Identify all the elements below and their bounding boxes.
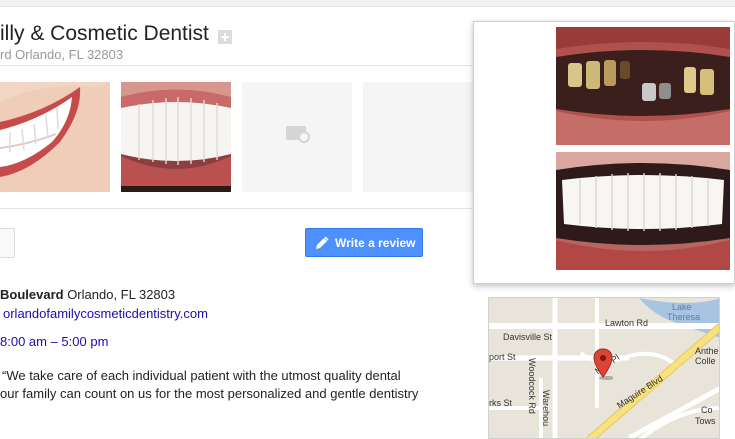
veneers-image	[121, 82, 231, 192]
left-action-button[interactable]	[0, 228, 15, 258]
map-label-lake: Lake	[672, 302, 692, 312]
map-label-port: port St	[489, 352, 516, 362]
photo-veneers[interactable]	[121, 82, 231, 192]
write-review-label: Write a review	[335, 235, 416, 250]
business-address-header: rd Orlando, FL 32803	[0, 47, 124, 62]
hours[interactable]: 8:00 am – 5:00 pm	[0, 334, 108, 349]
photo-preview-popup	[473, 21, 735, 284]
location-map[interactable]: Davisville St Lawton Rd Lake Theresa por…	[488, 297, 720, 439]
map-label-rks: rks St	[489, 398, 513, 408]
address: Boulevard Orlando, FL 32803	[0, 287, 175, 302]
map-label-colle: Colle	[695, 356, 716, 366]
description-line-2: our family can count on us for the most …	[0, 386, 419, 401]
map-label-tows: Tows	[695, 416, 716, 426]
before-photo	[556, 27, 730, 145]
photo-placeholder	[363, 82, 473, 192]
address-city: Orlando, FL 32803	[63, 287, 176, 302]
map-label-theresa: Theresa	[667, 312, 701, 322]
add-photo-icon	[286, 126, 310, 143]
business-title: illy & Cosmetic Dentist	[0, 22, 209, 45]
add-photo-tile[interactable]	[242, 82, 352, 192]
website-link[interactable]: orlandofamilycosmeticdentistry.com	[3, 306, 208, 321]
map-label-davisville: Davisville St	[503, 332, 553, 342]
pencil-icon	[316, 235, 329, 249]
divider	[0, 208, 472, 209]
map-label-warehouse: Warehou	[541, 390, 551, 427]
write-review-button[interactable]: Write a review	[305, 228, 423, 257]
smile-image	[0, 82, 110, 192]
after-photo	[556, 152, 730, 270]
plus-one-icon[interactable]	[218, 30, 232, 44]
top-bar	[0, 0, 735, 7]
map-pin-icon[interactable]	[593, 348, 613, 380]
description-line-1: “We take care of each individual patient…	[2, 368, 401, 383]
address-street: Boulevard	[0, 287, 64, 302]
map-label-anthe: Anthe	[695, 346, 719, 356]
map-label-lawton: Lawton Rd	[605, 318, 649, 328]
photo-smile-closeup[interactable]	[0, 82, 110, 192]
divider	[0, 65, 472, 66]
map-label-co: Co	[701, 405, 713, 415]
map-label-woodcock: Woodcock Rd	[527, 358, 537, 414]
